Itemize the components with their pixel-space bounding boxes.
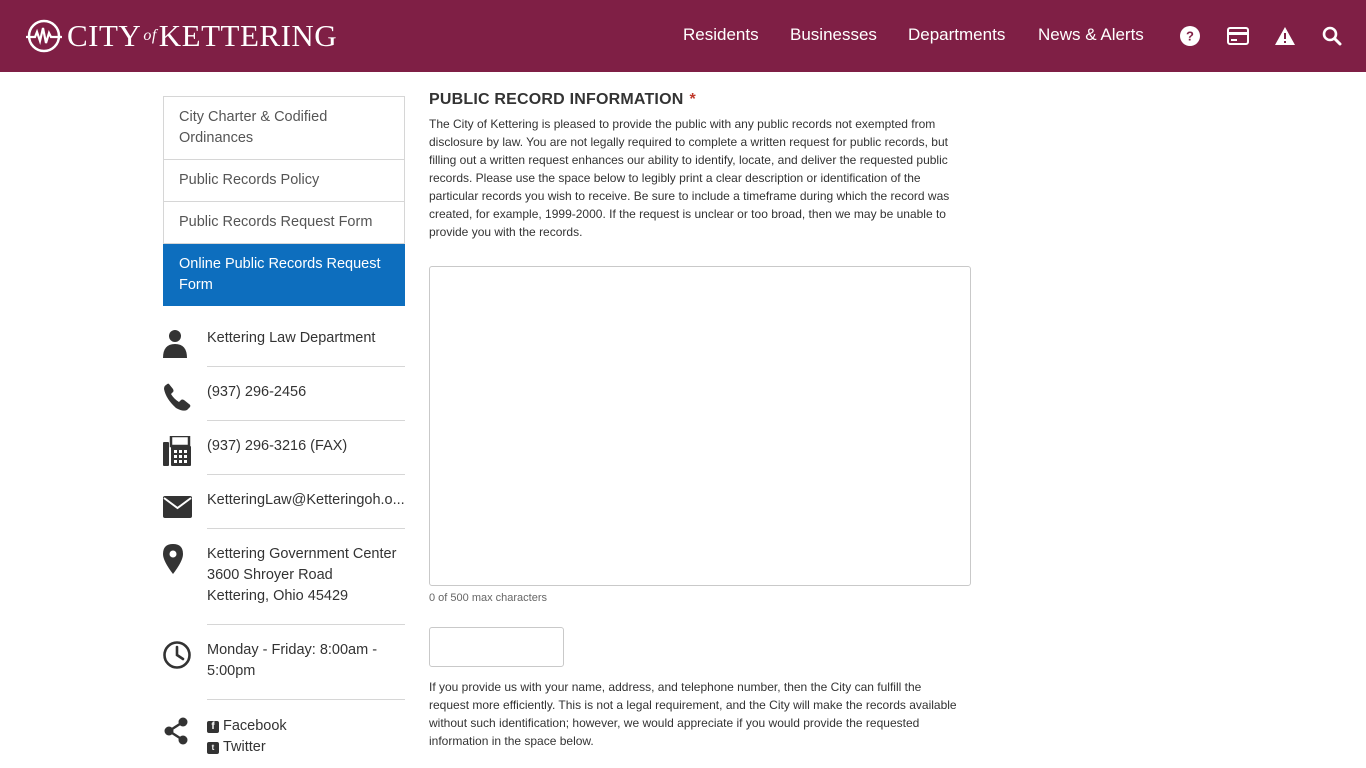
city-logo[interactable]: City ofKettering xyxy=(25,18,337,54)
nav-news-alerts[interactable]: News & Alerts xyxy=(1038,25,1144,45)
facebook-icon: f xyxy=(207,720,219,733)
svg-text:?: ? xyxy=(1186,29,1194,44)
facebook-label: Facebook xyxy=(223,718,287,734)
sidebar-item-public-records-policy[interactable]: Public Records Policy xyxy=(164,160,404,202)
social-links: f Facebook xyxy=(207,716,405,737)
contact-hours-text: Monday - Friday: 8:00am - 5:00pm xyxy=(207,642,378,679)
sidebar-item-public-records-request-form[interactable]: Public Records Request Form xyxy=(164,202,404,244)
alert-icon[interactable] xyxy=(1273,24,1297,48)
contact-department-text: Kettering Law Department xyxy=(207,330,376,346)
sidebar-nav: City Charter & Codified Ordinances Publi… xyxy=(163,96,405,306)
character-counter: 0 of 500 max characters xyxy=(429,592,548,604)
section-description: The City of Kettering is pleased to prov… xyxy=(429,117,950,239)
payment-card-icon[interactable] xyxy=(1226,24,1250,48)
contact-divider xyxy=(207,474,405,475)
search-icon[interactable] xyxy=(1320,24,1344,48)
sidebar-item-online-public-records-request-form[interactable]: Online Public Records Request Form xyxy=(163,244,405,306)
contact-divider xyxy=(207,528,405,529)
section-title-text: PUBLIC RECORD INFORMATION xyxy=(429,91,684,108)
contact-address-line1: Kettering Government Center xyxy=(207,546,397,562)
city-logo-text: City ofKettering xyxy=(67,18,337,54)
contact-address-line2: 3600 Shroyer Road xyxy=(207,567,333,583)
required-mark: * xyxy=(689,91,696,108)
section-title: PUBLIC RECORD INFORMATION * xyxy=(429,91,696,109)
email-icon xyxy=(163,496,192,518)
contact-divider xyxy=(207,366,405,367)
twitter-label: Twitter xyxy=(223,739,266,755)
phone-icon xyxy=(164,383,191,411)
logo-name: Kettering xyxy=(158,18,338,53)
city-logo-mark-icon xyxy=(26,19,62,53)
nav-businesses[interactable]: Businesses xyxy=(790,25,877,45)
record-information-textarea[interactable] xyxy=(429,266,971,586)
fax-icon xyxy=(163,436,191,466)
map-pin-icon xyxy=(163,544,183,574)
twitter-icon: t xyxy=(207,741,219,754)
share-icon xyxy=(164,717,188,745)
site-header: City ofKettering Residents Businesses Dep… xyxy=(0,0,1366,72)
requester-input[interactable] xyxy=(429,627,564,667)
help-icon[interactable]: ? xyxy=(1178,24,1202,48)
contact-divider xyxy=(207,420,405,421)
nav-residents[interactable]: Residents xyxy=(683,25,759,45)
identification-description: If you provide us with your name, addres… xyxy=(429,680,957,748)
nav-departments[interactable]: Departments xyxy=(908,25,1005,45)
contact-divider xyxy=(207,699,405,700)
sidebar-item-city-charter[interactable]: City Charter & Codified Ordinances xyxy=(164,97,404,160)
logo-city: City xyxy=(67,18,142,53)
contact-phone-text[interactable]: (937) 296-2456 xyxy=(207,382,405,403)
contact-address-line3: Kettering, Ohio 45429 xyxy=(207,588,349,604)
logo-of: of xyxy=(143,27,157,44)
contact-fax-text: (937) 296-3216 (FAX) xyxy=(207,438,348,454)
person-icon xyxy=(163,330,187,358)
contact-divider xyxy=(207,624,405,625)
contact-email-text[interactable]: KetteringLaw@Ketteringoh.o... xyxy=(207,490,405,511)
clock-icon xyxy=(163,641,191,669)
facebook-link[interactable]: f Facebook xyxy=(207,716,405,737)
twitter-link[interactable]: t Twitter xyxy=(207,737,405,758)
social-links-2: t Twitter xyxy=(207,737,405,758)
